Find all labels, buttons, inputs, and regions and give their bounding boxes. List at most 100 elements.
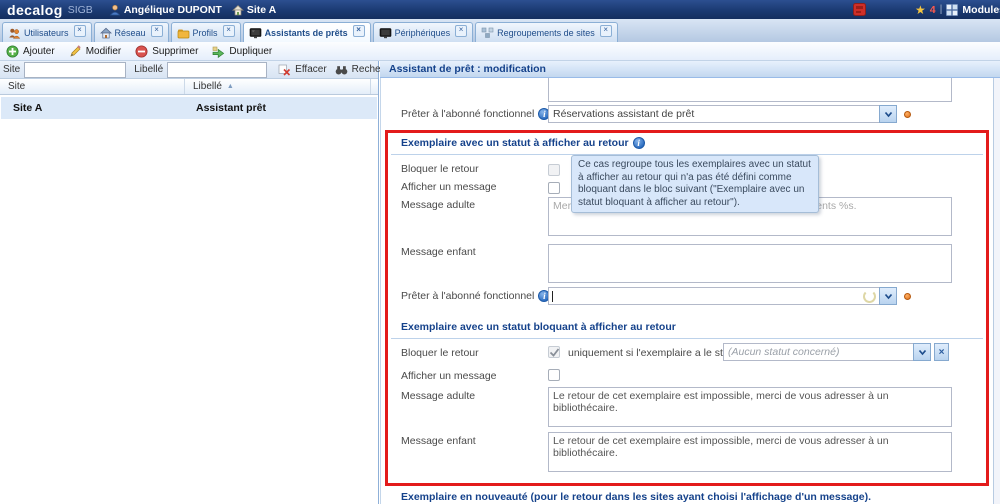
tab-label: Regroupements de sites — [497, 28, 595, 38]
preter-abonne2-label: Prêter à l'abonné fonctionnel i — [401, 290, 550, 302]
tab-label: Profils — [193, 28, 218, 38]
edit-button[interactable]: Modifier — [69, 45, 122, 58]
message-adulte2-textarea[interactable]: Le retour de cet exemplaire est impossib… — [548, 387, 952, 427]
message-adulte-label: Message adulte — [401, 199, 475, 211]
site-filter-label: Site — [3, 64, 20, 75]
current-site: Site A — [247, 4, 276, 16]
column-header-site[interactable]: Site — [0, 79, 185, 94]
add-button-label: Ajouter — [23, 46, 55, 57]
uniquement-statut-label: uniquement si l'exemplaire a le statut — [568, 347, 740, 359]
tab-label: Réseau — [115, 28, 146, 38]
tab-close-icon[interactable]: × — [74, 25, 86, 37]
language-flag-icon[interactable] — [853, 3, 866, 19]
chevron-down-icon — [883, 109, 894, 120]
edit-button-label: Modifier — [86, 46, 122, 57]
bloquer-retour2-checkbox[interactable] — [548, 346, 560, 358]
tab-profils[interactable]: Profils × — [171, 22, 241, 42]
section1-title-text: Exemplaire avec un statut à afficher au … — [401, 137, 629, 149]
tab-close-icon[interactable]: × — [353, 25, 365, 37]
section3-title: Exemplaire en nouveauté (pour le retour … — [401, 491, 871, 503]
message-enfant-label: Message enfant — [401, 246, 476, 258]
sites-group-icon — [481, 27, 494, 39]
bloquer-retour-label: Bloquer le retour — [401, 163, 479, 175]
add-button[interactable]: Ajouter — [6, 45, 55, 58]
search-bar: Site Libellé Effacer Rechercher — [0, 61, 378, 79]
tab-close-icon[interactable]: × — [600, 25, 612, 37]
duplicate-button[interactable]: Dupliquer — [212, 45, 272, 58]
pencil-icon — [69, 45, 82, 58]
column-header-libelle[interactable]: Libellé ▲ — [185, 79, 371, 94]
current-user: Angélique DUPONT — [124, 4, 222, 16]
site-filter-input[interactable] — [24, 62, 126, 78]
info-icon[interactable]: i — [633, 137, 645, 149]
preter-abonne2-combo[interactable] — [548, 287, 880, 305]
folder-icon — [177, 27, 190, 39]
tab-assistants-de-prets[interactable]: Assistants de prêts × — [243, 22, 371, 42]
tab-close-icon[interactable]: × — [223, 25, 235, 37]
bloquer-retour2-label: Bloquer le retour — [401, 347, 479, 359]
home-icon — [232, 4, 244, 16]
delete-icon — [135, 45, 148, 58]
favorites-count: 4 — [930, 4, 936, 16]
select-trigger-button[interactable] — [913, 343, 931, 361]
loading-spinner-icon — [863, 290, 876, 303]
app-logo-suffix: SIGB — [68, 4, 93, 16]
tab-label: Périphériques — [395, 28, 451, 38]
tab-label: Assistants de prêts — [265, 28, 348, 38]
binoculars-icon — [335, 64, 348, 76]
column-header-libelle-label: Libellé — [193, 81, 222, 92]
message-enfant2-textarea[interactable]: Le retour de cet exemplaire est impossib… — [548, 432, 952, 472]
section2-title: Exemplaire avec un statut bloquant à aff… — [401, 321, 676, 333]
panel-content: Prêter à l'abonné fonctionnel i Réservat… — [380, 78, 1000, 504]
afficher-message-checkbox[interactable] — [548, 182, 560, 194]
eraser-icon — [278, 64, 291, 76]
duplicate-button-label: Dupliquer — [229, 46, 272, 57]
app-logo: decalog — [7, 2, 63, 18]
monitor-icon — [249, 27, 262, 39]
action-toolbar: Ajouter Modifier Supprimer Dupliquer — [0, 42, 1000, 61]
application-window: decalog SIGB Angélique DUPONT Site A ★ 4… — [0, 0, 1000, 504]
row-site-cell: Site A — [1, 102, 186, 114]
top-bar: decalog SIGB Angélique DUPONT Site A ★ 4… — [0, 0, 1000, 19]
afficher-message2-checkbox[interactable] — [548, 369, 560, 381]
preter-abonne-select[interactable]: Réservations assistant de prêt — [548, 105, 880, 123]
add-icon — [6, 45, 19, 58]
topbar-right-cluster: ★ 4 | Modules | — [915, 0, 1000, 19]
delete-button-label: Supprimer — [152, 46, 198, 57]
statut-select[interactable]: (Aucun statut concerné) — [723, 343, 914, 361]
tab-reseau[interactable]: Réseau × — [94, 22, 169, 42]
grid-header: Site Libellé ▲ — [0, 79, 378, 95]
required-field-marker — [904, 293, 911, 300]
afficher-message2-label: Afficher un message — [401, 370, 497, 382]
select-trigger-button[interactable] — [879, 287, 897, 305]
clear-button[interactable]: Effacer — [278, 64, 327, 76]
afficher-message-label: Afficher un message — [401, 181, 497, 193]
vertical-scrollbar[interactable] — [994, 78, 1000, 504]
table-row[interactable]: Site A Assistant prêt — [1, 97, 377, 119]
tab-close-icon[interactable]: × — [151, 25, 163, 37]
tab-close-icon[interactable]: × — [455, 25, 467, 37]
tab-utilisateurs[interactable]: Utilisateurs × — [2, 22, 92, 42]
topbar-separator: | — [940, 4, 943, 15]
panel-header: Assistant de prêt : modification — [380, 61, 1000, 78]
tab-label: Utilisateurs — [24, 28, 69, 38]
tab-peripheriques[interactable]: Périphériques × — [373, 22, 474, 42]
duplicate-arrow-icon — [212, 45, 225, 58]
clear-button-label: Effacer — [295, 64, 327, 75]
message-enfant-textarea[interactable] — [548, 244, 952, 283]
user-icon — [109, 4, 121, 16]
tab-regroupements-de-sites[interactable]: Regroupements de sites × — [475, 22, 618, 42]
select-trigger-button[interactable] — [879, 105, 897, 123]
modules-grid-icon[interactable] — [946, 4, 958, 16]
delete-button[interactable]: Supprimer — [135, 45, 198, 58]
column-header-site-label: Site — [8, 81, 25, 92]
favorites-star-icon[interactable]: ★ — [915, 4, 926, 16]
modules-menu[interactable]: Modules — [962, 4, 1000, 16]
required-field-marker — [904, 111, 911, 118]
clear-select-button[interactable]: × — [934, 343, 949, 361]
clipped-message-textarea[interactable] — [548, 78, 952, 102]
section1-title: Exemplaire avec un statut à afficher au … — [401, 137, 645, 149]
libelle-filter-input[interactable] — [167, 62, 267, 78]
chevron-down-icon — [883, 291, 894, 302]
bloquer-retour-checkbox[interactable] — [548, 164, 560, 176]
